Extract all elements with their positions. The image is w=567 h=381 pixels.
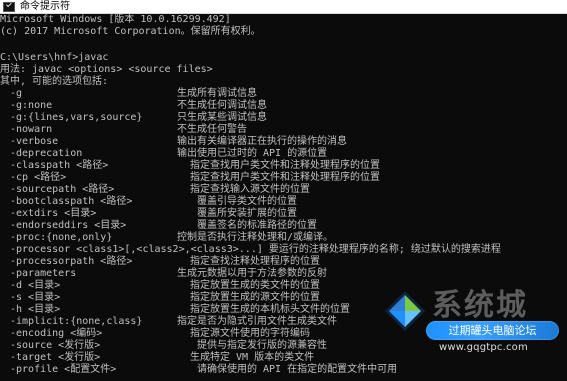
- option-desc: 提供与指定发行版的源兼容性: [197, 340, 327, 351]
- header-line-2: (c) 2017 Microsoft Corporation。保留所有权利。: [0, 26, 261, 37]
- window-titlebar: 命令提示符: [0, 0, 567, 14]
- console-line: (c) 2017 Microsoft Corporation。保留所有权利。: [0, 26, 261, 38]
- option-desc: 指定是否为隐式引用文件生成类文件: [177, 316, 337, 327]
- option-flag: -processorpath <路径>: [10, 256, 133, 267]
- option-row: -g 生成所有调试信息: [0, 88, 257, 100]
- option-row: -s <目录> 指定放置生成的源文件的位置: [0, 292, 320, 304]
- option-flag: -nowarn: [10, 124, 53, 135]
- option-desc: 不生成任何警告: [177, 124, 247, 135]
- option-desc: 生成所有调试信息: [177, 88, 257, 99]
- option-row: -g:{lines,vars,source} 只生成某些调试信息: [0, 112, 267, 124]
- site-watermark: 系统城 过期罐头电脑论坛 www.gqgtpc.com: [383, 289, 561, 357]
- option-flag: -processor <class1>[,<class2>,<class3>..…: [10, 244, 501, 255]
- option-row: -verbose 输出有关编译器正在执行的操作的消息: [0, 136, 347, 148]
- option-desc: 输出使用已过时的 API 的源位置: [177, 148, 328, 159]
- option-row: -g:none 不生成任何调试信息: [0, 100, 267, 112]
- option-desc: 指定放置生成的本机标头文件的位置: [190, 304, 350, 315]
- option-desc: 覆盖签名的标准路径的位置: [197, 220, 317, 231]
- option-row: -endorseddirs <目录> 覆盖签名的标准路径的位置: [0, 220, 317, 232]
- option-flag: -d <目录>: [10, 280, 61, 291]
- option-row: -classpath <路径> 指定查找用户类文件和注释处理程序的位置: [0, 160, 380, 172]
- option-desc: 覆盖引导类文件的位置: [197, 196, 297, 207]
- option-desc: 指定查找用户类文件和注释处理程序的位置: [190, 172, 380, 183]
- option-row: -deprecation 输出使用已过时的 API 的源位置: [0, 148, 327, 160]
- option-flag: -deprecation: [10, 148, 83, 159]
- option-row: -cp <路径> 指定查找用户类文件和注释处理程序的位置: [0, 172, 380, 184]
- option-flag: -encoding <编码>: [10, 328, 103, 339]
- option-row: -encoding <编码> 指定源文件使用的字符编码: [0, 328, 310, 340]
- console-output[interactable]: Microsoft Windows [版本 10.0.16299.492] (c…: [0, 14, 567, 381]
- option-flag: -profile <配置文件>: [10, 364, 117, 375]
- option-flag: -g:none: [10, 100, 53, 111]
- option-desc: 指定放置生成的源文件的位置: [190, 292, 320, 303]
- option-row: -h <目录> 指定放置生成的本机标头文件的位置: [0, 304, 350, 316]
- option-row: -d <目录> 指定放置生成的类文件的位置: [0, 280, 320, 292]
- watermark-brand: 系统城: [432, 288, 528, 323]
- option-row: -sourcepath <路径> 指定查找输入源文件的位置: [0, 184, 310, 196]
- option-flag: -verbose: [10, 136, 59, 147]
- option-flag: -bootclasspath <路径>: [10, 196, 133, 207]
- option-flag: -s <目录>: [10, 292, 61, 303]
- options-heading: 其中, 可能的选项包括:: [0, 76, 109, 87]
- option-row: -source <发行版> 提供与指定发行版的源兼容性: [0, 340, 327, 352]
- option-flag: -cp <路径>: [10, 172, 67, 183]
- console-line: C:\Users\hnf>javac: [0, 52, 108, 64]
- option-flag: -proc:{none,only}: [10, 232, 113, 243]
- window-title: 命令提示符: [20, 0, 70, 12]
- option-desc: 指定查找注释处理程序的位置: [190, 256, 320, 267]
- usage-line: 用法: javac <options> <source files>: [0, 64, 213, 75]
- option-row: -bootclasspath <路径> 覆盖引导类文件的位置: [0, 196, 297, 208]
- option-row: -implicit:{none,class} 指定是否为隐式引用文件生成类文件: [0, 316, 337, 328]
- option-desc: 指定查找输入源文件的位置: [190, 184, 310, 195]
- option-flag: -g: [10, 88, 23, 99]
- option-row: -target <发行版> 生成特定 VM 版本的类文件: [0, 352, 314, 364]
- option-desc: 生成特定 VM 版本的类文件: [190, 352, 315, 363]
- option-flag: -implicit:{none,class}: [10, 316, 143, 327]
- option-desc: 控制是否执行注释处理和/或编译。: [177, 232, 334, 243]
- console-line: Microsoft Windows [版本 10.0.16299.492]: [0, 14, 231, 26]
- option-row: -processorpath <路径> 指定查找注释处理程序的位置: [0, 256, 320, 268]
- header-line-1: Microsoft Windows [版本 10.0.16299.492]: [0, 14, 231, 25]
- windows-logo-icon: [385, 291, 425, 331]
- option-row: -nowarn 不生成任何警告: [0, 124, 247, 136]
- option-desc: 指定查找用户类文件和注释处理程序的位置: [190, 160, 380, 171]
- option-row: -proc:{none,only} 控制是否执行注释处理和/或编译。: [0, 232, 333, 244]
- option-flag: -sourcepath <路径>: [10, 184, 115, 195]
- option-desc: 请确保使用的 API 在指定的配置文件中可用: [197, 364, 398, 375]
- option-flag: -target <发行版>: [10, 352, 101, 363]
- option-desc: 不生成任何调试信息: [177, 100, 267, 111]
- option-desc: 生成元数据以用于方法参数的反射: [177, 268, 327, 279]
- option-flag: -g:{lines,vars,source}: [10, 112, 143, 123]
- option-flag: -parameters: [10, 268, 77, 279]
- prompt-line: C:\Users\hnf>javac: [0, 52, 109, 63]
- watermark-banner: 过期罐头电脑论坛: [426, 321, 559, 340]
- option-flag: -extdirs <目录>: [10, 208, 97, 219]
- console-line: 用法: javac <options> <source files>: [0, 64, 213, 76]
- cmd-icon: [3, 1, 15, 12]
- option-desc: 输出有关编译器正在执行的操作的消息: [177, 136, 347, 147]
- option-desc: 指定放置生成的类文件的位置: [190, 280, 320, 291]
- watermark-url: www.gqgtpc.com: [439, 342, 528, 353]
- option-flag: -h <目录>: [10, 304, 61, 315]
- option-row: -parameters 生成元数据以用于方法参数的反射: [0, 268, 327, 280]
- option-desc: 指定源文件使用的字符编码: [190, 328, 310, 339]
- option-row: -processor <class1>[,<class2>,<class3>..…: [0, 244, 501, 256]
- option-flag: -endorseddirs <目录>: [10, 220, 127, 231]
- option-row: -extdirs <目录> 覆盖所安装扩展的位置: [0, 208, 297, 220]
- option-flag: -classpath <路径>: [10, 160, 109, 171]
- option-flag: -source <发行版>: [10, 340, 101, 351]
- console-line: 其中, 可能的选项包括:: [0, 76, 108, 88]
- option-row: -profile <配置文件> 请确保使用的 API 在指定的配置文件中可用: [0, 364, 397, 376]
- option-desc: 只生成某些调试信息: [177, 112, 267, 123]
- option-desc: 覆盖所安装扩展的位置: [197, 208, 297, 219]
